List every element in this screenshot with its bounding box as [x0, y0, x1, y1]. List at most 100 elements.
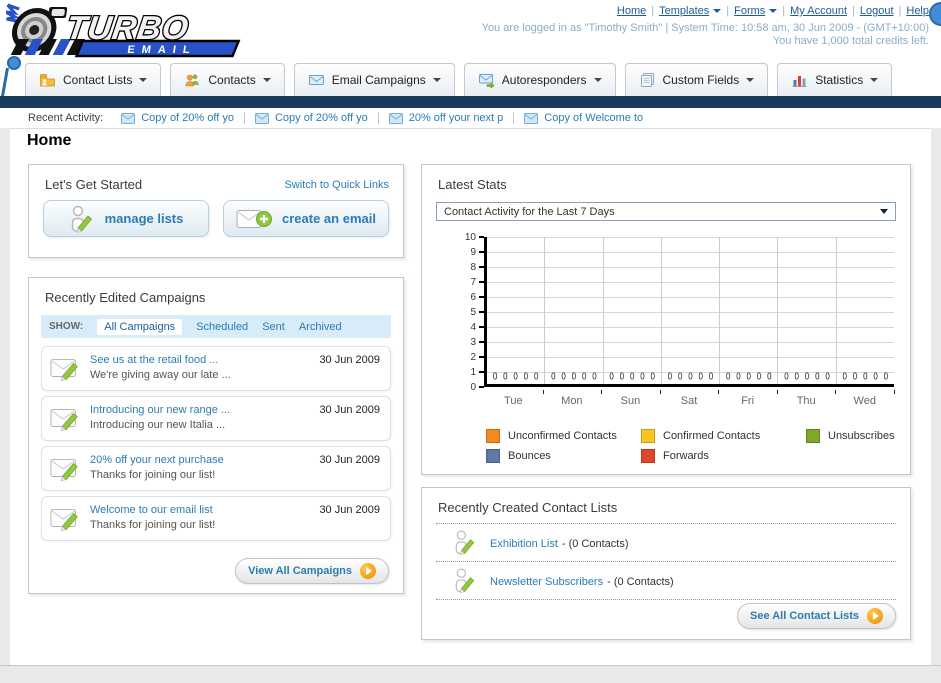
tab-email-campaigns[interactable]: Email Campaigns	[293, 63, 455, 96]
contact-list-item[interactable]: Exhibition List - (0 Contacts)	[436, 524, 896, 561]
campaign-date: 30 Jun 2009	[319, 504, 380, 516]
recent-activity-item[interactable]: 20% off your next p	[388, 112, 515, 124]
campaign-date: 30 Jun 2009	[319, 454, 380, 466]
get-started-panel: Let's Get Started Switch to Quick Links …	[28, 164, 404, 258]
header-link-forms[interactable]: Forms	[734, 5, 765, 17]
campaign-card[interactable]: Welcome to our email list Thanks for joi…	[41, 496, 391, 541]
switch-quick-links[interactable]: Switch to Quick Links	[284, 179, 389, 191]
legend-label: Forwards	[663, 450, 709, 462]
tab-statistics[interactable]: Statistics	[777, 63, 893, 96]
contact-list-count: - (0 Contacts)	[607, 575, 674, 588]
campaign-card[interactable]: Introducing our new range ... Introducin…	[41, 396, 391, 441]
bar-value-label: 0	[492, 370, 498, 383]
bar-value-label: 0	[677, 370, 683, 383]
x-tick-label: Sun	[601, 390, 661, 407]
header-link-my-account[interactable]: My Account	[790, 5, 847, 17]
campaign-date: 30 Jun 2009	[319, 354, 380, 366]
campaign-filter-bar: SHOW: All Campaigns Scheduled Sent Archi…	[41, 315, 391, 338]
create-email-label: create an email	[282, 211, 376, 226]
campaign-title-link[interactable]: Introducing our new range ...	[90, 404, 230, 416]
recent-activity-item[interactable]: Copy of Welcome to	[524, 112, 653, 124]
recent-activity-item[interactable]: Copy of 20% off yo	[121, 112, 245, 124]
tab-autoresponders[interactable]: Autoresponders	[463, 63, 616, 96]
chart-category-group: 00000	[487, 237, 546, 384]
chevron-down-icon	[870, 78, 879, 82]
x-tick-label: Thu	[777, 390, 837, 407]
see-all-contact-lists-button[interactable]: See All Contact Lists	[736, 603, 896, 629]
bar-value-label: 0	[523, 370, 529, 383]
tab-label: Contacts	[208, 73, 256, 87]
y-tick-label: 3	[470, 337, 484, 348]
envelope-pencil-icon	[50, 406, 82, 432]
filter-archived[interactable]: Archived	[299, 321, 342, 333]
header-link-logout[interactable]: Logout	[860, 5, 894, 17]
tab-contacts[interactable]: Contacts	[170, 63, 285, 96]
tab-label: Statistics	[815, 73, 864, 87]
create-email-button[interactable]: create an email	[223, 200, 389, 237]
contact-list-item[interactable]: Newsletter Subscribers - (0 Contacts)	[436, 562, 896, 599]
latest-stats-title: Latest Stats	[438, 177, 507, 192]
bar-value-label: 0	[756, 370, 762, 383]
campaign-title-link[interactable]: 20% off your next purchase	[90, 454, 224, 466]
tab-label: Contact Lists	[63, 73, 133, 87]
tab-custom-fields[interactable]: Custom Fields	[624, 63, 769, 96]
chart-category-group: 00000	[837, 237, 894, 384]
recent-activity-label: Recent Activity:	[28, 112, 104, 124]
bar-value-label: 0	[619, 370, 625, 383]
bar-value-label: 0	[746, 370, 751, 383]
campaign-card[interactable]: See us at the retail food ... We're givi…	[41, 346, 391, 391]
recent-activity-link[interactable]: Copy of 20% off yo	[141, 112, 234, 124]
header-link-templates[interactable]: Templates	[659, 5, 709, 17]
legend-item: Bounces	[486, 449, 641, 463]
navy-divider-bar	[0, 96, 941, 108]
latest-stats-panel: Latest Stats Contact Activity for the La…	[421, 164, 911, 475]
view-all-campaigns-button[interactable]: View All Campaigns	[235, 558, 389, 584]
recent-contact-lists-panel: Recently Created Contact Lists Exhibitio…	[421, 487, 911, 640]
bar-value-label: 0	[688, 370, 693, 383]
bar-value-label: 0	[852, 370, 858, 383]
main-navigation: Contact Lists Contacts Email Campaigns A…	[25, 63, 893, 96]
separator: |	[651, 5, 655, 17]
manage-lists-button[interactable]: manage lists	[43, 200, 209, 237]
pages-icon	[639, 72, 656, 88]
bar-chart-icon	[791, 72, 808, 88]
recent-activity-link[interactable]: 20% off your next p	[409, 112, 504, 124]
contact-list-link[interactable]: Exhibition List	[490, 538, 558, 550]
page-title: Home	[27, 132, 72, 149]
chart-category-group: 00000	[662, 237, 721, 384]
campaign-card[interactable]: 20% off your next purchase Thanks for jo…	[41, 446, 391, 491]
recent-activity-link[interactable]: Copy of Welcome to	[544, 112, 643, 124]
contact-list-count: - (0 Contacts)	[561, 537, 629, 550]
filter-all-campaigns[interactable]: All Campaigns	[97, 318, 183, 335]
contact-list-link[interactable]: Newsletter Subscribers	[490, 576, 603, 588]
stats-period-dropdown[interactable]: Contact Activity for the Last 7 Days	[436, 202, 896, 221]
chevron-down-icon	[746, 78, 755, 82]
legend-swatch	[486, 449, 500, 463]
chart-x-axis: Tue Mon Sun Sat Fri Thu Wed	[484, 390, 895, 407]
x-tick-label: Mon	[543, 390, 602, 407]
campaign-title-link[interactable]: See us at the retail food ...	[90, 354, 218, 366]
turbo-email-logo: TURBO EMAIL	[4, 3, 251, 59]
chevron-down-icon	[432, 78, 441, 82]
header-link-home[interactable]: Home	[617, 5, 646, 17]
envelope-icon	[388, 112, 403, 124]
contact-lists-title: Recently Created Contact Lists	[438, 500, 618, 515]
envelope-icon	[524, 112, 539, 124]
recent-activity-item[interactable]: Copy of 20% off yo	[254, 112, 379, 124]
bar-value-label: 0	[629, 370, 635, 383]
bar-value-label: 0	[736, 370, 741, 383]
chevron-down-icon	[593, 78, 602, 82]
recent-activity-link[interactable]: Copy of 20% off yo	[275, 112, 368, 124]
header-link-help[interactable]: Help	[906, 5, 929, 17]
filter-scheduled[interactable]: Scheduled	[196, 321, 248, 333]
bar-value-label: 0	[609, 370, 614, 383]
bar-value-label: 0	[581, 370, 587, 383]
logo-text-email: EMAIL	[127, 44, 198, 56]
get-started-title: Let's Get Started	[45, 177, 143, 192]
tab-contact-lists[interactable]: Contact Lists	[25, 63, 162, 96]
bar-value-label: 0	[592, 370, 597, 383]
legend-swatch	[641, 429, 655, 443]
see-all-contact-lists-label: See All Contact Lists	[749, 610, 859, 622]
campaign-title-link[interactable]: Welcome to our email list	[90, 504, 213, 516]
filter-sent[interactable]: Sent	[262, 321, 285, 333]
